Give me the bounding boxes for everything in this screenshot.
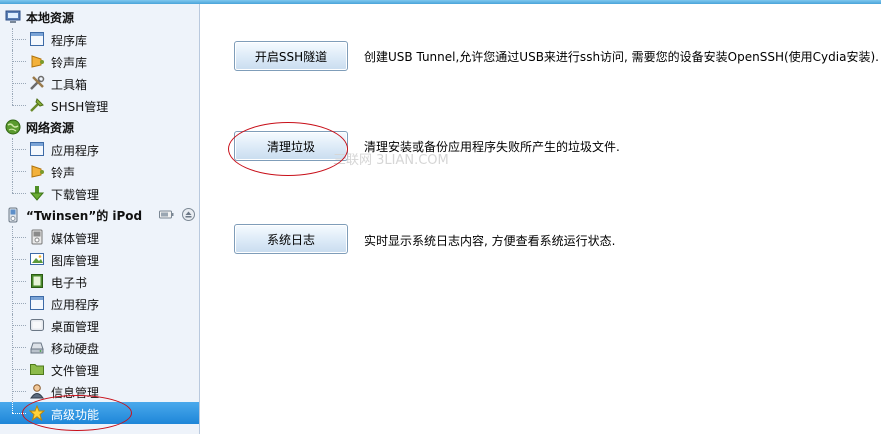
ebook-icon xyxy=(31,274,43,288)
sidebar-item-app-library[interactable]: 程序库 xyxy=(0,28,199,50)
ringtone-library-icon xyxy=(31,55,44,68)
download-icon xyxy=(29,186,45,201)
clean-junk-button[interactable]: 清理垃圾 xyxy=(234,131,348,161)
sidebar-group-network[interactable]: 网络资源 xyxy=(0,116,199,138)
applications-icon xyxy=(30,142,44,156)
star-icon xyxy=(29,405,45,421)
sidebar-item-files[interactable]: 文件管理 xyxy=(0,358,199,380)
shsh-icon xyxy=(30,98,44,112)
sidebar: 本地资源 程序库 铃声库 工具箱 SHSH管理 网络资源 应用程序 铃声 下载管… xyxy=(0,4,200,434)
applications-icon xyxy=(30,296,44,310)
system-log-description: 实时显示系统日志内容, 方便查看系统运行状态. xyxy=(364,234,616,248)
sidebar-item-advanced[interactable]: 高级功能 xyxy=(0,402,199,424)
sidebar-item-desktop[interactable]: 桌面管理 xyxy=(0,314,199,336)
sidebar-item-toolbox[interactable]: 工具箱 xyxy=(0,72,199,94)
sidebar-group-label: 本地资源 xyxy=(26,11,75,25)
gallery-icon xyxy=(30,253,44,265)
contacts-icon xyxy=(30,384,44,399)
sidebar-group-local[interactable]: 本地资源 xyxy=(0,6,199,28)
app-library-icon xyxy=(30,32,44,46)
ssh-tunnel-button[interactable]: 开启SSH隧道 xyxy=(234,41,348,71)
sidebar-item-media[interactable]: 媒体管理 xyxy=(0,226,199,248)
sidebar-item-ringtone-library[interactable]: 铃声库 xyxy=(0,50,199,72)
eject-icon[interactable] xyxy=(181,208,196,221)
globe-icon xyxy=(5,119,21,135)
sidebar-item-applications[interactable]: 应用程序 xyxy=(0,292,199,314)
ssh-tunnel-description: 创建USB Tunnel,允许您通过USB来进行ssh访问, 需要您的设备安装O… xyxy=(364,50,879,64)
sidebar-item-net-ringtone[interactable]: 铃声 xyxy=(0,160,199,182)
sidebar-item-drive[interactable]: 移动硬盘 xyxy=(0,336,199,358)
watermark: 三联网 3LIAN.COM xyxy=(333,153,449,168)
sidebar-item-ebook[interactable]: 电子书 xyxy=(0,270,199,292)
sidebar-group-device[interactable]: “Twinsen”的 iPod xyxy=(0,204,199,226)
desktop-icon xyxy=(30,319,44,331)
folder-icon xyxy=(30,364,44,375)
sidebar-item-net-applications[interactable]: 应用程序 xyxy=(0,138,199,160)
sidebar-item-shsh[interactable]: SHSH管理 xyxy=(0,94,199,116)
media-icon xyxy=(31,229,43,245)
sidebar-item-contacts[interactable]: 信息管理 xyxy=(0,380,199,402)
computer-icon xyxy=(5,10,21,23)
sidebar-item-downloads[interactable]: 下载管理 xyxy=(0,182,199,204)
ipod-icon xyxy=(8,207,18,223)
ringtone-icon xyxy=(31,165,44,178)
drive-icon xyxy=(30,342,44,354)
battery-icon xyxy=(159,210,174,219)
sidebar-item-gallery[interactable]: 图库管理 xyxy=(0,248,199,270)
system-log-button[interactable]: 系统日志 xyxy=(234,224,348,254)
toolbox-icon xyxy=(30,75,45,90)
main-panel: 开启SSH隧道 创建USB Tunnel,允许您通过USB来进行ssh访问, 需… xyxy=(201,4,881,434)
